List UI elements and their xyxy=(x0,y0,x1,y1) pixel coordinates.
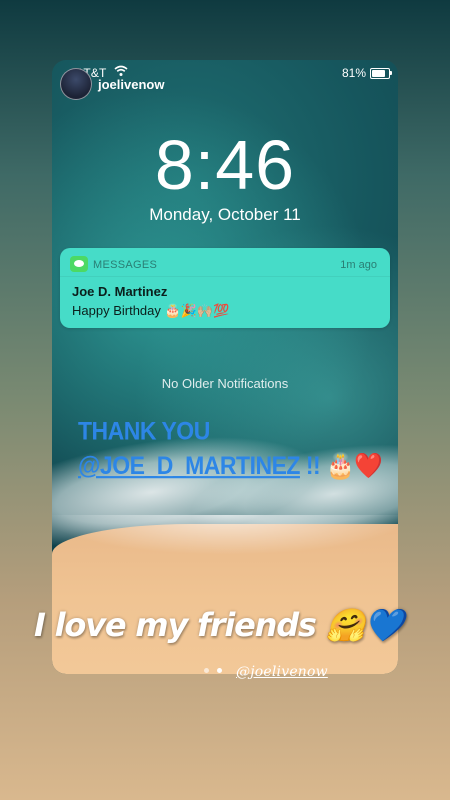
no-older-notifications: No Older Notifications xyxy=(161,376,289,391)
thank-you-line: THANK YOU xyxy=(78,416,210,445)
notification-body: Happy Birthday 🎂🎉🙌🏼💯 xyxy=(72,303,230,318)
wifi-icon xyxy=(114,65,128,76)
page-dot xyxy=(204,668,209,673)
notification-time: 1m ago xyxy=(340,259,377,271)
thank-you-text: THANK YOU @JOE_D_MARTINEZ !! 🎂❤️ xyxy=(78,413,383,482)
notification-header: MESSAGES 1m ago xyxy=(60,248,390,277)
lockscreen-time: 8:46 xyxy=(154,126,296,204)
mention-link[interactable]: @JOE_D_MARTINEZ xyxy=(78,451,300,479)
thank-you-suffix: !! 🎂❤️ xyxy=(299,451,383,480)
avatar[interactable] xyxy=(60,68,92,100)
mention-sticker[interactable]: @joelivenow xyxy=(236,664,328,680)
wallpaper-waves xyxy=(52,515,398,555)
page-dot-active xyxy=(217,668,222,673)
message-notification[interactable]: MESSAGES 1m ago Joe D. Martinez Happy Bi… xyxy=(60,248,390,328)
notification-app-name: MESSAGES xyxy=(93,259,158,271)
battery-icon xyxy=(370,68,392,79)
story-frame: AT&T 81% joelivenow 8:46 Monday, October… xyxy=(52,60,398,674)
battery-percentage: 81% xyxy=(341,66,366,80)
love-caption: I love my friends 🤗💙 xyxy=(34,606,404,644)
lockscreen-date: Monday, October 11 xyxy=(149,205,301,224)
notification-sender: Joe D. Martinez xyxy=(72,284,168,299)
story-username[interactable]: joelivenow xyxy=(98,77,164,92)
page-indicator xyxy=(204,660,230,678)
messages-icon xyxy=(70,256,88,272)
